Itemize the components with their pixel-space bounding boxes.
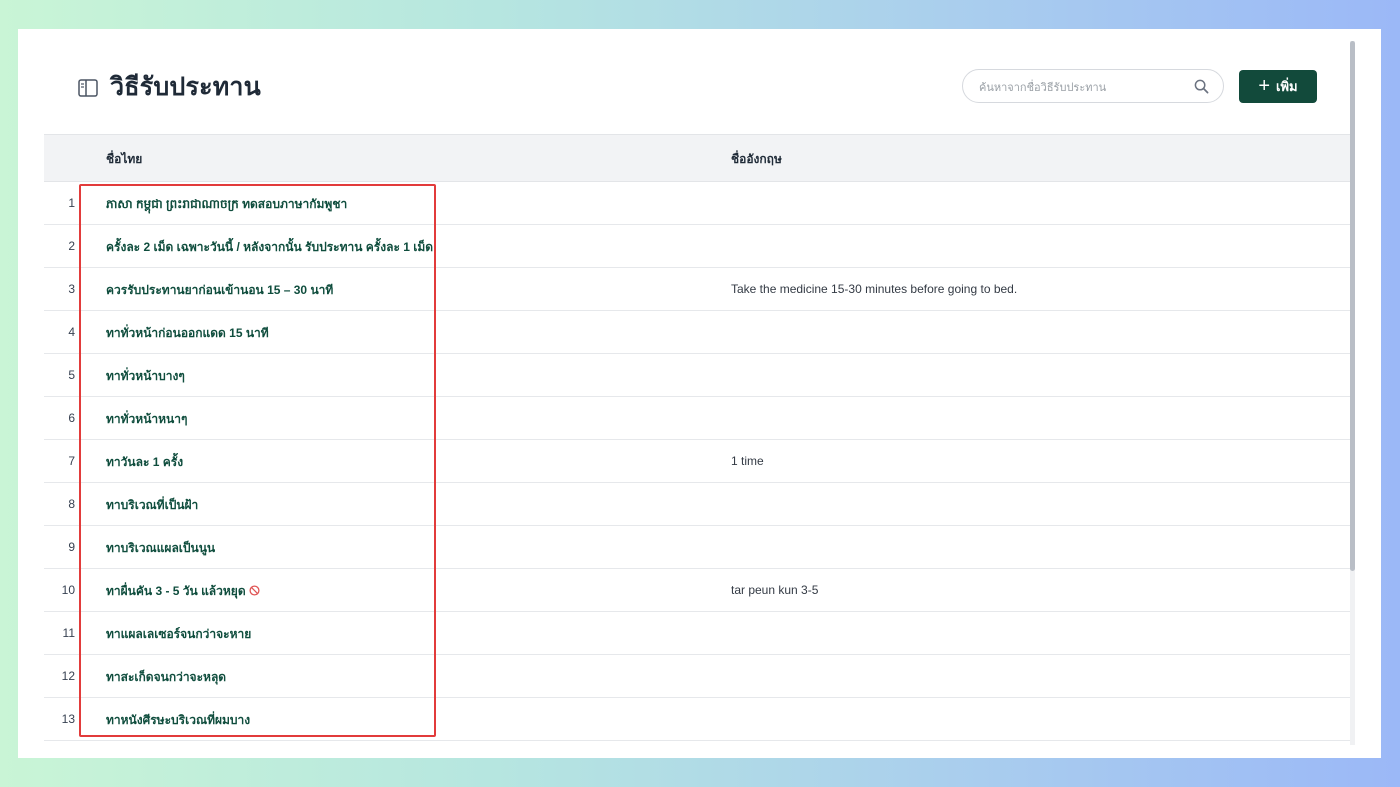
- page-title: วิธีรับประทาน: [110, 73, 261, 101]
- thai-name-cell[interactable]: ทาแผลเลเซอร์จนกว่าจะหาย: [106, 625, 251, 644]
- content-panel: วิธีรับประทาน + เพิ่ม ชื่อไทย ชื่ออังกฤษ…: [44, 41, 1351, 746]
- table-row[interactable]: 4 ทาทั่วหน้าก่อนออกแดด 15 นาที: [44, 311, 1351, 354]
- thai-name-text: ทาบริเวณที่เป็นฝ้า: [106, 498, 199, 512]
- row-number: 5: [68, 368, 75, 382]
- thai-name-cell[interactable]: ភាសា កម្ពុជា ព្រះរាជាណាចក្រ ทดสอบภาษากัม…: [106, 195, 347, 214]
- thai-name-text: ทาทั่วหน้าหนาๆ: [106, 412, 188, 426]
- thai-name-cell[interactable]: ทาบริเวณแผลเป็นนูน: [106, 539, 215, 558]
- row-number: 2: [68, 239, 75, 253]
- row-number: 1: [68, 196, 75, 210]
- thai-name-text: ភាសា កម្ពុជា ព្រះរាជាណាចក្រ ทดสอบภาษากัม…: [106, 197, 348, 211]
- row-number: 10: [61, 583, 75, 597]
- sidebar-toggle-icon[interactable]: [78, 79, 98, 97]
- row-number: 9: [68, 540, 75, 554]
- thai-name-text: ควรรับประทานยาก่อนเข้านอน 15 – 30 นาที: [106, 283, 334, 297]
- table-row[interactable]: 9 ทาบริเวณแผลเป็นนูน: [44, 526, 1351, 569]
- thai-name-text: ทาทั่วหน้าบางๆ: [106, 369, 185, 383]
- table-body: 1 ភាសា កម្ពុជា ព្រះរាជាណាចក្រ ทดสอบภาษากั…: [44, 182, 1351, 741]
- thai-name-cell[interactable]: ทาวันละ 1 ครั้ง: [106, 453, 183, 472]
- thai-name-cell[interactable]: ทาหนังศีรษะบริเวณที่ผมบาง: [106, 711, 250, 730]
- table-row[interactable]: 5 ทาทั่วหน้าบางๆ: [44, 354, 1351, 397]
- row-number: 3: [68, 282, 75, 296]
- thai-name-cell[interactable]: ทาทั่วหน้าหนาๆ: [106, 410, 187, 429]
- english-name-cell: tar peun kun 3-5: [731, 583, 819, 597]
- thai-name-cell[interactable]: ทาสะเก็ดจนกว่าจะหลุด: [106, 668, 226, 687]
- thai-name-cell[interactable]: ควรรับประทานยาก่อนเข้านอน 15 – 30 นาที: [106, 281, 333, 300]
- thai-name-cell[interactable]: ทาทั่วหน้าบางๆ: [106, 367, 185, 386]
- table-row[interactable]: 2 ครั้งละ 2 เม็ด เฉพาะวันนี้ / หลังจากนั้…: [44, 225, 1351, 268]
- row-number: 4: [68, 325, 75, 339]
- thai-name-cell[interactable]: ทาทั่วหน้าก่อนออกแดด 15 นาที: [106, 324, 269, 343]
- page-header: วิธีรับประทาน + เพิ่ม: [44, 41, 1351, 133]
- english-name-cell: 1 time: [731, 454, 764, 468]
- row-number: 8: [68, 497, 75, 511]
- row-number: 7: [68, 454, 75, 468]
- table-row[interactable]: 6 ทาทั่วหน้าหนาๆ: [44, 397, 1351, 440]
- thai-name-text: ครั้งละ 2 เม็ด เฉพาะวันนี้ / หลังจากนั้น…: [106, 240, 434, 254]
- data-table: ชื่อไทย ชื่ออังกฤษ 1 ភាសា កម្ពុជា ព្រះរាជ…: [44, 134, 1351, 741]
- row-number: 11: [62, 626, 75, 640]
- column-header-english[interactable]: ชื่ออังกฤษ: [731, 150, 782, 169]
- thai-name-cell[interactable]: ทาบริเวณที่เป็นฝ้า: [106, 496, 198, 515]
- row-number: 12: [61, 669, 75, 683]
- table-row[interactable]: 11 ทาแผลเลเซอร์จนกว่าจะหาย: [44, 612, 1351, 655]
- table-header: ชื่อไทย ชื่ออังกฤษ: [44, 134, 1351, 182]
- thai-name-text: ทาหนังศีรษะบริเวณที่ผมบาง: [106, 713, 251, 727]
- table-row[interactable]: 13 ทาหนังศีรษะบริเวณที่ผมบาง: [44, 698, 1351, 741]
- add-button-label: เพิ่ม: [1276, 79, 1298, 94]
- thai-name-text: ทาผื่นคัน 3 - 5 วัน แล้วหยุด: [106, 584, 246, 598]
- column-header-thai[interactable]: ชื่อไทย: [106, 150, 142, 169]
- table-row[interactable]: 10 ทาผื่นคัน 3 - 5 วัน แล้วหยุด tar peun k…: [44, 569, 1351, 612]
- thai-name-text: ทาแผลเลเซอร์จนกว่าจะหาย: [106, 627, 252, 641]
- thai-name-text: ทาทั่วหน้าก่อนออกแดด 15 นาที: [106, 326, 269, 340]
- thai-name-text: ทาวันละ 1 ครั้ง: [106, 455, 184, 469]
- row-number: 6: [68, 411, 75, 425]
- table-row[interactable]: 8 ทาบริเวณที่เป็นฝ้า: [44, 483, 1351, 526]
- scrollbar-thumb[interactable]: [1350, 41, 1355, 571]
- table-row[interactable]: 1 ភាសា កម្ពុជា ព្រះរាជាណាចក្រ ทดสอบภาษากั…: [44, 182, 1351, 225]
- row-number: 13: [61, 712, 75, 726]
- thai-name-text: ทาบริเวณแผลเป็นนูน: [106, 541, 216, 555]
- ban-icon: [249, 585, 260, 596]
- plus-icon: +: [1258, 74, 1271, 97]
- search-icon[interactable]: [1194, 79, 1209, 94]
- search-box[interactable]: [962, 69, 1224, 103]
- app-window: วิธีรับประทาน + เพิ่ม ชื่อไทย ชื่ออังกฤษ…: [18, 29, 1381, 758]
- thai-name-cell[interactable]: ทาผื่นคัน 3 - 5 วัน แล้วหยุด: [106, 582, 260, 601]
- english-name-cell: Take the medicine 15-30 minutes before g…: [731, 282, 1018, 296]
- search-input[interactable]: [977, 77, 1191, 99]
- thai-name-cell[interactable]: ครั้งละ 2 เม็ด เฉพาะวันนี้ / หลังจากนั้น…: [106, 238, 433, 257]
- thai-name-text: ทาสะเก็ดจนกว่าจะหลุด: [106, 670, 227, 684]
- table-row[interactable]: 12 ทาสะเก็ดจนกว่าจะหลุด: [44, 655, 1351, 698]
- table-row[interactable]: 3 ควรรับประทานยาก่อนเข้านอน 15 – 30 นาที T…: [44, 268, 1351, 311]
- table-row[interactable]: 7 ทาวันละ 1 ครั้ง 1 time: [44, 440, 1351, 483]
- add-button[interactable]: + เพิ่ม: [1239, 70, 1317, 103]
